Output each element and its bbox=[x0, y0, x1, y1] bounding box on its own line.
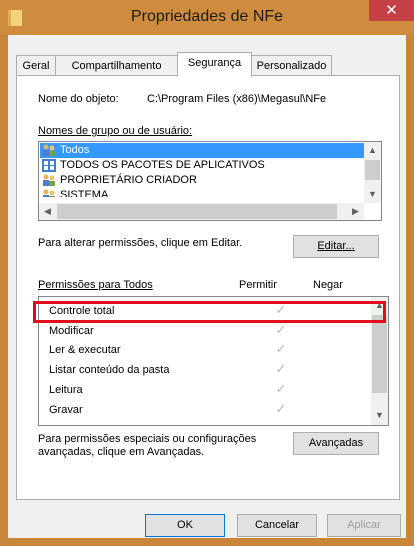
users-icon bbox=[43, 144, 55, 156]
users-icon bbox=[43, 174, 55, 186]
special-permissions-text-2: avançadas, clique em Avançadas. bbox=[38, 446, 205, 458]
advanced-button[interactable]: Avançadas bbox=[293, 432, 379, 455]
scroll-down-icon[interactable]: ▼ bbox=[364, 186, 381, 203]
cancel-button[interactable]: Cancelar bbox=[237, 514, 317, 537]
tab-seguranca[interactable]: Segurança bbox=[177, 52, 252, 77]
permissions-header: Permissões para Todos bbox=[38, 279, 153, 291]
group-name: Todos bbox=[60, 144, 90, 156]
dialog-client: Geral Compartilhamento Segurança Persona… bbox=[8, 35, 406, 538]
scroll-up-icon[interactable]: ▲ bbox=[371, 297, 388, 314]
close-button[interactable]: ✕ bbox=[369, 0, 414, 21]
scroll-thumb[interactable] bbox=[57, 204, 337, 219]
groups-listbox[interactable]: Todos TODOS OS PACOTES DE APLICATIVOS PR… bbox=[38, 141, 382, 221]
permissions-listbox[interactable]: Controle total ✓ Modificar ✓ Ler & execu… bbox=[33, 296, 389, 426]
permissions-vertical-scrollbar[interactable]: ▲ ▼ bbox=[371, 297, 388, 425]
special-permissions-text-1: Para permissões especiais ou configuraçõ… bbox=[38, 433, 257, 445]
group-item-todos[interactable]: Todos bbox=[40, 143, 365, 158]
allow-check-icon: ✓ bbox=[275, 302, 287, 317]
window-title: Propriedades de NFe bbox=[130, 8, 284, 25]
permission-list-folder: Listar conteúdo da pasta bbox=[49, 364, 170, 376]
security-panel: Nome do objeto: C:\Program Files (x86)\M… bbox=[16, 75, 400, 500]
permission-write: Gravar bbox=[49, 404, 83, 416]
permission-read-execute: Ler & executar bbox=[49, 344, 121, 356]
permission-full-control: Controle total bbox=[49, 305, 115, 317]
groups-horizontal-scrollbar[interactable]: ◀ ▶ bbox=[39, 203, 364, 220]
allow-check-icon: ✓ bbox=[275, 361, 287, 376]
deny-column-header: Negar bbox=[313, 279, 343, 291]
group-name: TODOS OS PACOTES DE APLICATIVOS bbox=[60, 159, 265, 171]
allow-column-header: Permitir bbox=[239, 279, 277, 291]
permission-read: Leitura bbox=[49, 384, 83, 396]
allow-check-icon: ✓ bbox=[275, 341, 287, 356]
group-item-creator-owner[interactable]: PROPRIETÁRIO CRIADOR bbox=[40, 173, 365, 188]
scroll-down-icon[interactable]: ▼ bbox=[371, 407, 388, 424]
scroll-right-icon[interactable]: ▶ bbox=[347, 203, 364, 220]
users-icon bbox=[43, 189, 55, 197]
group-item-system[interactable]: SISTEMA bbox=[40, 188, 365, 197]
scroll-up-icon[interactable]: ▲ bbox=[364, 142, 381, 159]
permission-modify: Modificar bbox=[49, 325, 94, 337]
ok-button[interactable]: OK bbox=[145, 514, 225, 537]
group-item-app-packages[interactable]: TODOS OS PACOTES DE APLICATIVOS bbox=[40, 158, 365, 173]
change-permissions-text: Para alterar permissões, clique em Edita… bbox=[38, 237, 243, 249]
group-name: PROPRIETÁRIO CRIADOR bbox=[60, 174, 197, 186]
title-bar[interactable]: Propriedades de NFe ✕ bbox=[0, 0, 414, 35]
object-name-label: Nome do objeto: bbox=[38, 93, 119, 105]
group-name: SISTEMA bbox=[60, 189, 109, 197]
scroll-thumb[interactable] bbox=[365, 160, 380, 180]
allow-check-icon: ✓ bbox=[275, 381, 287, 396]
tab-geral[interactable]: Geral bbox=[16, 55, 56, 76]
apply-button[interactable]: Aplicar bbox=[327, 514, 401, 537]
tab-compartilhamento[interactable]: Compartilhamento bbox=[55, 55, 178, 76]
groups-vertical-scrollbar[interactable]: ▲ ▼ bbox=[364, 142, 381, 203]
edit-button[interactable]: Editar... bbox=[293, 235, 379, 258]
app-packages-icon bbox=[42, 159, 56, 172]
tab-personalizado[interactable]: Personalizado bbox=[251, 55, 332, 76]
object-name-value: C:\Program Files (x86)\Megasul\NFe bbox=[147, 93, 327, 105]
scroll-thumb[interactable] bbox=[372, 315, 387, 393]
scroll-left-icon[interactable]: ◀ bbox=[39, 203, 56, 220]
properties-window: Propriedades de NFe ✕ Geral Compartilham… bbox=[0, 0, 414, 546]
groups-label: Nomes de grupo ou de usuário: bbox=[38, 125, 193, 137]
allow-check-icon: ✓ bbox=[275, 322, 287, 337]
allow-check-icon: ✓ bbox=[275, 401, 287, 416]
